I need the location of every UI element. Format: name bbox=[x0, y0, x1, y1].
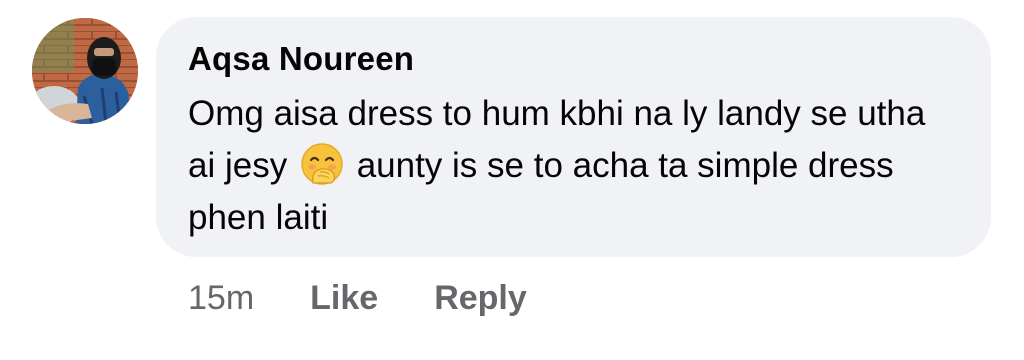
face-with-hand-over-mouth-emoji bbox=[301, 143, 343, 185]
reply-button[interactable]: Reply bbox=[434, 279, 527, 318]
like-button[interactable]: Like bbox=[310, 279, 378, 318]
comment-bubble: Aqsa Noureen Omg aisa dress to hum kbhi … bbox=[156, 17, 991, 257]
comment-timestamp[interactable]: 15m bbox=[188, 279, 254, 318]
comment-author-name[interactable]: Aqsa Noureen bbox=[188, 39, 961, 79]
comment-actions: 15m Like Reply bbox=[188, 276, 583, 320]
comment-text-part-2: aunty is se to acha ta simple dress phen… bbox=[188, 146, 894, 237]
avatar[interactable] bbox=[32, 18, 138, 124]
comment-text: Omg aisa dress to hum kbhi na ly landy s… bbox=[188, 88, 958, 244]
profile-photo bbox=[32, 18, 138, 124]
